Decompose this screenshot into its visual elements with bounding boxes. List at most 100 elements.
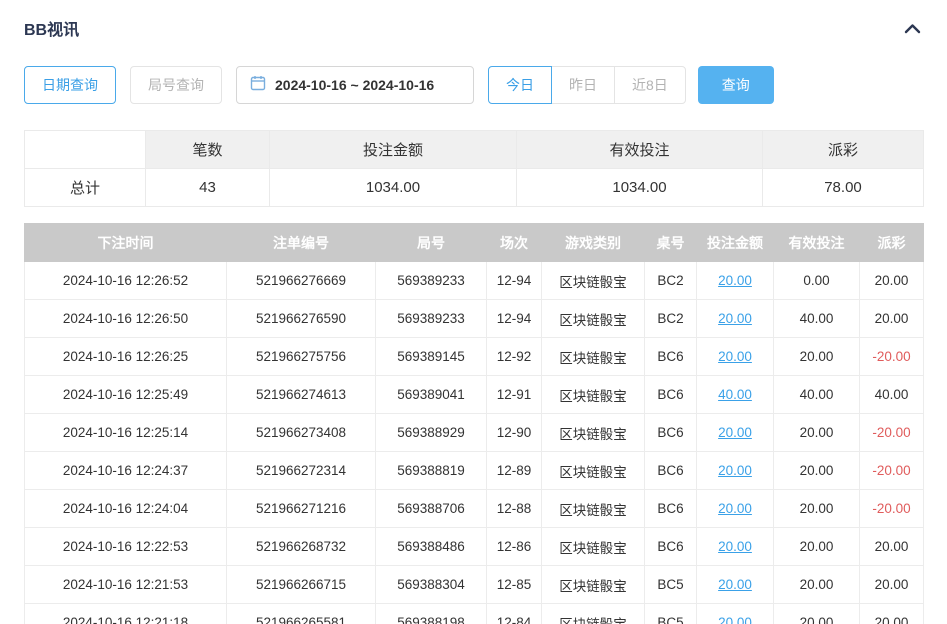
cell-table-no: BC6: [645, 528, 697, 566]
bet-amount-link[interactable]: 20.00: [718, 425, 752, 440]
cell-table-no: BC6: [645, 414, 697, 452]
cell-valid-bet: 40.00: [774, 300, 860, 338]
cell-round-id: 569389041: [376, 376, 487, 414]
table-row: 2024-10-16 12:25:14 521966273408 5693889…: [25, 414, 924, 452]
records-table: 下注时间 注单编号 局号 场次 游戏类别 桌号 投注金额 有效投注 派彩 202…: [24, 223, 924, 624]
table-row: 2024-10-16 12:25:49 521966274613 5693890…: [25, 376, 924, 414]
bet-amount-link[interactable]: 20.00: [718, 615, 752, 624]
cell-round-id: 569389233: [376, 262, 487, 300]
bet-amount-link[interactable]: 20.00: [718, 501, 752, 516]
header-game-type: 游戏类别: [542, 224, 645, 262]
header-bet-amount: 投注金额: [697, 224, 774, 262]
cell-session: 12-90: [487, 414, 542, 452]
chevron-up-icon: [904, 22, 921, 37]
cell-bet-id: 521966271216: [227, 490, 376, 528]
cell-round-id: 569388706: [376, 490, 487, 528]
cell-payout: -20.00: [860, 414, 924, 452]
cell-bet-time: 2024-10-16 12:22:53: [25, 528, 227, 566]
quick-today-button[interactable]: 今日: [488, 66, 552, 104]
summary-header-valid-bet: 有效投注: [517, 131, 763, 169]
cell-bet-time: 2024-10-16 12:25:49: [25, 376, 227, 414]
cell-session: 12-84: [487, 604, 542, 624]
cell-payout: 20.00: [860, 528, 924, 566]
bet-amount-link[interactable]: 40.00: [718, 387, 752, 402]
cell-valid-bet: 20.00: [774, 604, 860, 624]
cell-table-no: BC2: [645, 300, 697, 338]
cell-valid-bet: 20.00: [774, 490, 860, 528]
cell-table-no: BC6: [645, 490, 697, 528]
cell-bet-time: 2024-10-16 12:26:50: [25, 300, 227, 338]
cell-bet-id: 521966274613: [227, 376, 376, 414]
cell-session: 12-91: [487, 376, 542, 414]
bet-amount-link[interactable]: 20.00: [718, 577, 752, 592]
tab-date-query[interactable]: 日期查询: [24, 66, 116, 104]
records-tbody: 2024-10-16 12:26:52 521966276669 5693892…: [25, 262, 924, 624]
cell-payout: 40.00: [860, 376, 924, 414]
summary-valid-bet-value: 1034.00: [517, 169, 763, 207]
bet-amount-link[interactable]: 20.00: [718, 463, 752, 478]
calendar-icon: [250, 75, 266, 96]
bet-amount-link[interactable]: 20.00: [718, 349, 752, 364]
cell-game-type: 区块链骰宝: [542, 376, 645, 414]
summary-count-value: 43: [146, 169, 270, 207]
cell-game-type: 区块链骰宝: [542, 566, 645, 604]
summary-header-bet-amount: 投注金额: [270, 131, 517, 169]
cell-bet-time: 2024-10-16 12:21:18: [25, 604, 227, 624]
cell-bet-id: 521966268732: [227, 528, 376, 566]
header-valid-bet: 有效投注: [774, 224, 860, 262]
date-range-value: 2024-10-16 ~ 2024-10-16: [275, 77, 434, 93]
cell-bet-id: 521966273408: [227, 414, 376, 452]
panel-header: BB视讯: [24, 16, 923, 40]
cell-game-type: 区块链骰宝: [542, 414, 645, 452]
cell-payout: -20.00: [860, 338, 924, 376]
bet-amount-link[interactable]: 20.00: [718, 273, 752, 288]
cell-bet-amount: 40.00: [697, 376, 774, 414]
summary-header-blank: [25, 131, 146, 169]
cell-table-no: BC5: [645, 566, 697, 604]
summary-bet-amount-value: 1034.00: [270, 169, 517, 207]
cell-valid-bet: 20.00: [774, 528, 860, 566]
cell-game-type: 区块链骰宝: [542, 338, 645, 376]
cell-bet-amount: 20.00: [697, 300, 774, 338]
cell-game-type: 区块链骰宝: [542, 490, 645, 528]
quick-last8days-button[interactable]: 近8日: [614, 66, 686, 104]
bet-amount-link[interactable]: 20.00: [718, 539, 752, 554]
cell-bet-amount: 20.00: [697, 338, 774, 376]
cell-bet-time: 2024-10-16 12:25:14: [25, 414, 227, 452]
table-row: 2024-10-16 12:24:37 521966272314 5693888…: [25, 452, 924, 490]
cell-bet-id: 521966265581: [227, 604, 376, 624]
records-header-row: 下注时间 注单编号 局号 场次 游戏类别 桌号 投注金额 有效投注 派彩: [25, 224, 924, 262]
header-table-no: 桌号: [645, 224, 697, 262]
cell-session: 12-94: [487, 262, 542, 300]
date-range-input[interactable]: 2024-10-16 ~ 2024-10-16: [236, 66, 474, 104]
cell-table-no: BC6: [645, 338, 697, 376]
cell-bet-id: 521966266715: [227, 566, 376, 604]
cell-bet-id: 521966276590: [227, 300, 376, 338]
cell-valid-bet: 20.00: [774, 414, 860, 452]
cell-payout: 20.00: [860, 262, 924, 300]
cell-valid-bet: 40.00: [774, 376, 860, 414]
cell-bet-id: 521966276669: [227, 262, 376, 300]
summary-total-label: 总计: [25, 169, 146, 207]
cell-bet-time: 2024-10-16 12:24:04: [25, 490, 227, 528]
cell-game-type: 区块链骰宝: [542, 262, 645, 300]
cell-bet-time: 2024-10-16 12:26:52: [25, 262, 227, 300]
cell-session: 12-89: [487, 452, 542, 490]
cell-bet-id: 521966272314: [227, 452, 376, 490]
collapse-panel-button[interactable]: [902, 21, 923, 36]
table-row: 2024-10-16 12:26:52 521966276669 5693892…: [25, 262, 924, 300]
table-row: 2024-10-16 12:24:04 521966271216 5693887…: [25, 490, 924, 528]
bet-amount-link[interactable]: 20.00: [718, 311, 752, 326]
quick-range-group: 今日 昨日 近8日: [488, 66, 686, 104]
search-button[interactable]: 查询: [698, 66, 774, 104]
cell-bet-amount: 20.00: [697, 604, 774, 624]
tab-round-query[interactable]: 局号查询: [130, 66, 222, 104]
cell-round-id: 569389233: [376, 300, 487, 338]
cell-bet-amount: 20.00: [697, 566, 774, 604]
cell-table-no: BC5: [645, 604, 697, 624]
quick-yesterday-button[interactable]: 昨日: [551, 66, 615, 104]
cell-round-id: 569388819: [376, 452, 487, 490]
cell-session: 12-85: [487, 566, 542, 604]
cell-valid-bet: 0.00: [774, 262, 860, 300]
table-row: 2024-10-16 12:21:18 521966265581 5693881…: [25, 604, 924, 624]
